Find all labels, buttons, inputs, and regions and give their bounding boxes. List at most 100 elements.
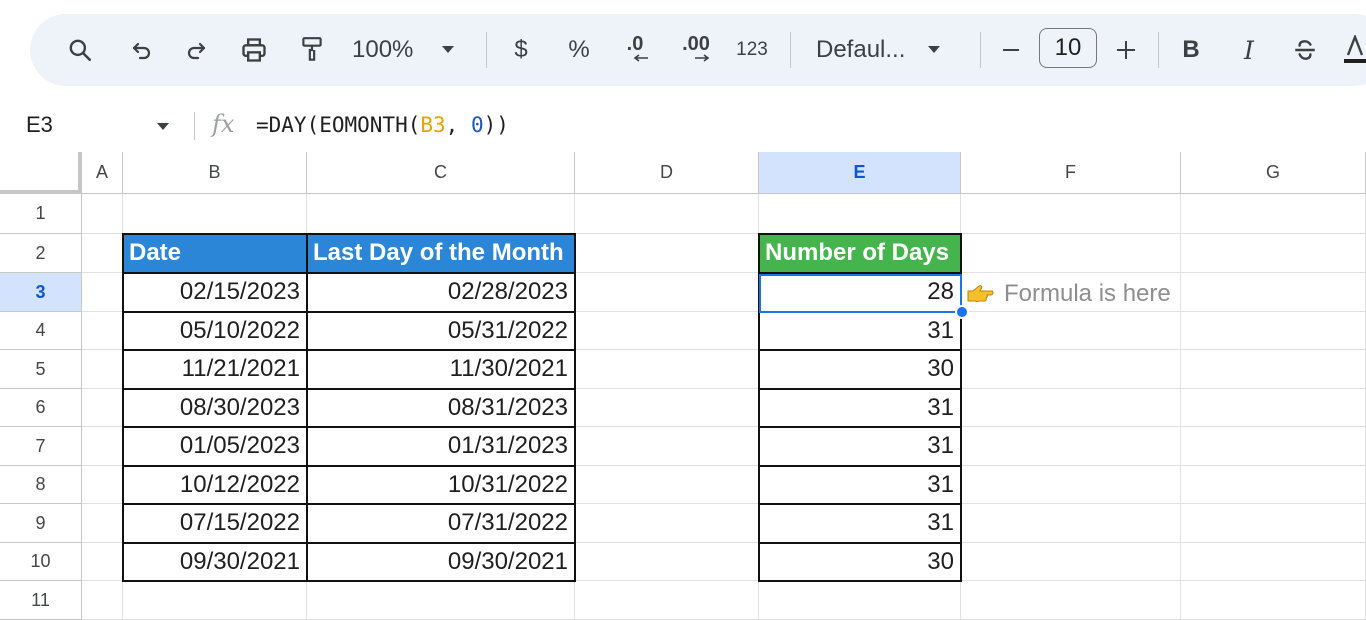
formula-input[interactable]: =DAY(EOMONTH(B3, 0)) <box>256 113 509 137</box>
row-header-1[interactable]: 1 <box>0 194 82 234</box>
date-cell[interactable]: 09/30/2021 <box>123 543 307 581</box>
grid-cell[interactable] <box>575 312 759 350</box>
print-button[interactable] <box>234 14 274 86</box>
last-day-cell[interactable]: 01/31/2023 <box>307 427 575 466</box>
column-header-b[interactable]: B <box>123 152 307 194</box>
grid-cell[interactable] <box>123 581 307 620</box>
grid-cell[interactable] <box>1181 194 1366 234</box>
grid-cell[interactable] <box>961 427 1181 466</box>
increase-decimal-button[interactable]: .00 <box>674 14 718 86</box>
search-menus-button[interactable] <box>60 14 100 86</box>
row-header-4[interactable]: 4 <box>0 312 82 350</box>
last-day-cell[interactable]: 05/31/2022 <box>307 312 575 350</box>
grid-cell[interactable] <box>961 581 1181 620</box>
grid-cell[interactable] <box>961 389 1181 427</box>
days-cell[interactable]: 30 <box>759 350 961 389</box>
header-cell-number-of-days[interactable]: Number of Days <box>759 234 961 273</box>
date-cell[interactable]: 08/30/2023 <box>123 389 307 427</box>
grid-cell[interactable] <box>961 504 1181 543</box>
days-cell-selected[interactable]: 28 <box>759 273 961 312</box>
undo-button[interactable] <box>122 14 162 86</box>
days-cell[interactable]: 31 <box>759 389 961 427</box>
column-header-c[interactable]: C <box>307 152 575 194</box>
last-day-cell[interactable]: 02/28/2023 <box>307 273 575 312</box>
days-cell[interactable]: 31 <box>759 466 961 504</box>
grid-cell[interactable] <box>82 389 123 427</box>
grid-cell[interactable] <box>82 234 123 273</box>
last-day-cell[interactable]: 07/31/2022 <box>307 504 575 543</box>
grid-cell[interactable] <box>307 194 575 234</box>
row-header-3[interactable]: 3 <box>0 273 82 312</box>
zoom-select[interactable]: 100% <box>352 14 472 86</box>
row-header-2[interactable]: 2 <box>0 234 82 273</box>
number-format-button[interactable]: 123 <box>730 14 774 86</box>
redo-button[interactable] <box>176 14 216 86</box>
decrease-font-size-button[interactable] <box>996 14 1026 86</box>
grid-cell[interactable] <box>961 312 1181 350</box>
name-box[interactable]: E3 <box>26 112 53 138</box>
column-header-f[interactable]: F <box>961 152 1181 194</box>
row-header-10[interactable]: 10 <box>0 543 82 581</box>
grid-cell[interactable] <box>575 543 759 581</box>
percent-format-button[interactable]: % <box>562 14 596 86</box>
grid-cell[interactable] <box>1181 234 1366 273</box>
column-header-d[interactable]: D <box>575 152 759 194</box>
decrease-decimal-button[interactable]: .0 <box>616 14 654 86</box>
grid-cell[interactable] <box>575 273 759 312</box>
last-day-cell[interactable]: 10/31/2022 <box>307 466 575 504</box>
grid-cell[interactable] <box>575 234 759 273</box>
row-header-8[interactable]: 8 <box>0 466 82 504</box>
grid-cell[interactable] <box>1181 273 1366 312</box>
bold-button[interactable]: B <box>1176 14 1206 86</box>
grid-cell[interactable] <box>1181 427 1366 466</box>
grid-cell[interactable] <box>961 194 1181 234</box>
grid-cell[interactable] <box>82 273 123 312</box>
row-header-6[interactable]: 6 <box>0 389 82 427</box>
row-header-11[interactable]: 11 <box>0 581 82 620</box>
last-day-cell[interactable]: 11/30/2021 <box>307 350 575 389</box>
column-header-a[interactable]: A <box>82 152 123 194</box>
grid-cell[interactable] <box>82 543 123 581</box>
italic-button[interactable]: I <box>1234 14 1264 86</box>
grid-cell[interactable] <box>575 427 759 466</box>
date-cell[interactable]: 11/21/2021 <box>123 350 307 389</box>
grid-cell[interactable] <box>759 194 961 234</box>
date-cell[interactable]: 10/12/2022 <box>123 466 307 504</box>
row-header-5[interactable]: 5 <box>0 350 82 389</box>
days-cell[interactable]: 31 <box>759 312 961 350</box>
grid-cell[interactable] <box>82 350 123 389</box>
grid-cell[interactable] <box>961 234 1181 273</box>
grid-cell[interactable] <box>1181 504 1366 543</box>
grid-cell[interactable] <box>575 504 759 543</box>
last-day-cell[interactable]: 08/31/2023 <box>307 389 575 427</box>
grid-cell[interactable] <box>961 543 1181 581</box>
grid-cell[interactable] <box>82 427 123 466</box>
grid-cell[interactable] <box>1181 312 1366 350</box>
currency-format-button[interactable]: $ <box>504 14 538 86</box>
font-family-select[interactable]: Defaul... <box>816 14 966 86</box>
grid-cell[interactable] <box>1181 466 1366 504</box>
column-header-g[interactable]: G <box>1181 152 1366 194</box>
date-cell[interactable]: 01/05/2023 <box>123 427 307 466</box>
date-cell[interactable]: 07/15/2022 <box>123 504 307 543</box>
grid-cell[interactable] <box>575 389 759 427</box>
grid-cell[interactable] <box>307 581 575 620</box>
select-all-corner[interactable] <box>0 152 82 194</box>
row-header-9[interactable]: 9 <box>0 504 82 543</box>
grid-cell[interactable] <box>1181 389 1366 427</box>
font-size-input[interactable]: 10 <box>1039 28 1097 68</box>
grid-cell[interactable] <box>82 466 123 504</box>
paint-format-button[interactable] <box>292 14 332 86</box>
grid-cell[interactable] <box>961 466 1181 504</box>
grid-cell[interactable] <box>575 466 759 504</box>
days-cell[interactable]: 31 <box>759 504 961 543</box>
grid-cell[interactable] <box>82 194 123 234</box>
column-header-e[interactable]: E <box>759 152 961 194</box>
chevron-down-icon[interactable] <box>156 122 170 132</box>
days-cell[interactable]: 31 <box>759 427 961 466</box>
date-cell[interactable]: 02/15/2023 <box>123 273 307 312</box>
text-color-button[interactable] <box>1344 14 1366 86</box>
date-cell[interactable]: 05/10/2022 <box>123 312 307 350</box>
header-cell-date[interactable]: Date <box>123 234 307 273</box>
grid-cell[interactable] <box>961 350 1181 389</box>
